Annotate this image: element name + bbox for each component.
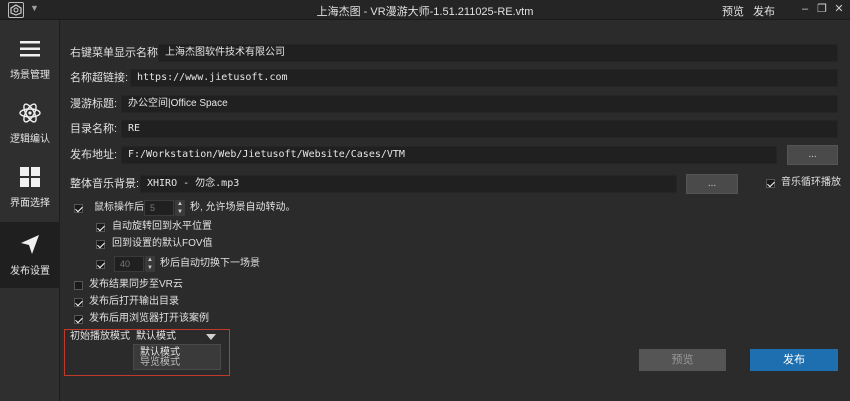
sidebar-item-label: 逻辑编认 [10, 134, 50, 145]
tour-title-input[interactable]: 办公空间|Office Space [121, 95, 838, 113]
title-bar: ▼ 上海杰图 - VR漫游大师-1.51.211025-RE.vtm 预览 发布… [0, 0, 850, 20]
restore-button[interactable]: ❐ [815, 2, 829, 16]
directory-name-label: 目录名称: [70, 123, 118, 135]
music-loop-checkbox[interactable] [766, 179, 775, 188]
auto-switch-seconds-input[interactable]: 40 [114, 256, 144, 272]
background-music-label: 整体音乐背景: [70, 178, 140, 190]
mouse-after-seconds-input[interactable]: 5 [144, 200, 174, 216]
dropdown-option-guide[interactable]: 导览模式 [140, 357, 180, 368]
sidebar-item-logic[interactable]: 逻辑编认 [0, 90, 60, 154]
name-link-label: 名称超链接: [70, 72, 129, 84]
open-output-dir-label: 发布后打开输出目录 [89, 296, 179, 307]
publish-path-label: 发布地址: [70, 149, 118, 161]
music-loop-label: 音乐循环播放 [781, 177, 841, 188]
default-fov-label: 回到设置的默认FOV值 [112, 238, 213, 249]
open-in-browser-checkbox[interactable] [74, 315, 83, 324]
directory-name-input[interactable]: RE [121, 120, 838, 138]
auto-rotate-horizontal-label: 自动旋转回到水平位置 [112, 221, 212, 232]
publish-button[interactable]: 发布 [750, 349, 838, 371]
stepper-up-icon[interactable]: ▲ [145, 256, 155, 264]
auto-switch-suffix: 秒后自动切换下一场景 [160, 258, 260, 269]
play-mode-label: 初始播放模式 [70, 331, 130, 342]
stepper-up-icon[interactable]: ▲ [175, 200, 185, 208]
sidebar-item-interface[interactable]: 界面选择 [0, 154, 60, 218]
auto-switch-stepper[interactable]: ▲ ▼ [145, 256, 155, 272]
close-button[interactable]: ✕ [832, 2, 846, 16]
publish-path-input[interactable]: F:/Workstation/Web/Jietusoft/Website/Cas… [121, 146, 777, 164]
play-mode-dropdown: 默认模式 导览模式 [133, 344, 221, 370]
context-menu-name-input[interactable]: 上海杰图软件技术有限公司 [158, 44, 838, 62]
stepper-down-icon[interactable]: ▼ [175, 208, 185, 216]
sidebar-item-publish-settings[interactable]: 发布设置 [0, 222, 60, 288]
auto-switch-checkbox[interactable] [96, 260, 105, 269]
tour-title-label: 漫游标题: [70, 98, 118, 110]
menu-icon [20, 41, 40, 57]
mouse-after-label: 鼠标操作后 [94, 202, 144, 213]
minimize-button[interactable]: – [798, 2, 812, 16]
sidebar-item-label: 场景管理 [10, 70, 50, 81]
background-music-input[interactable]: XHIRO - 勿念.mp3 [140, 175, 677, 193]
mouse-auto-rotate-checkbox[interactable] [74, 204, 83, 213]
name-link-input[interactable]: https://www.jietusoft.com [130, 69, 838, 87]
auto-rotate-horizontal-checkbox[interactable] [96, 223, 105, 232]
sidebar: 场景管理 逻辑编认 界面选择 发布设置 [0, 20, 60, 401]
preview-link[interactable]: 预览 [722, 3, 744, 19]
mouse-after-stepper[interactable]: ▲ ▼ [175, 200, 185, 216]
sidebar-item-label: 界面选择 [10, 198, 50, 209]
sidebar-item-scene-management[interactable]: 场景管理 [0, 26, 60, 90]
grid-icon [20, 167, 40, 187]
open-output-dir-checkbox[interactable] [74, 298, 83, 307]
publish-link[interactable]: 发布 [753, 3, 775, 19]
preview-button[interactable]: 预览 [639, 349, 726, 371]
publish-path-browse-button[interactable]: ... [787, 145, 838, 165]
atom-icon [19, 103, 41, 123]
context-menu-name-label: 右键菜单显示名称: [70, 47, 162, 59]
sync-cloud-checkbox[interactable] [74, 281, 83, 290]
default-fov-checkbox[interactable] [96, 240, 105, 249]
sidebar-item-label: 发布设置 [10, 266, 50, 277]
open-in-browser-label: 发布后用浏览器打开该案例 [89, 313, 209, 324]
mouse-after-suffix: 秒, 允许场景自动转动。 [190, 202, 296, 213]
stepper-down-icon[interactable]: ▼ [145, 264, 155, 272]
music-browse-button[interactable]: ... [686, 174, 738, 194]
sync-cloud-label: 发布结果同步至VR云 [89, 279, 183, 290]
send-arrow-icon [21, 235, 39, 254]
chevron-down-icon[interactable] [206, 334, 216, 340]
